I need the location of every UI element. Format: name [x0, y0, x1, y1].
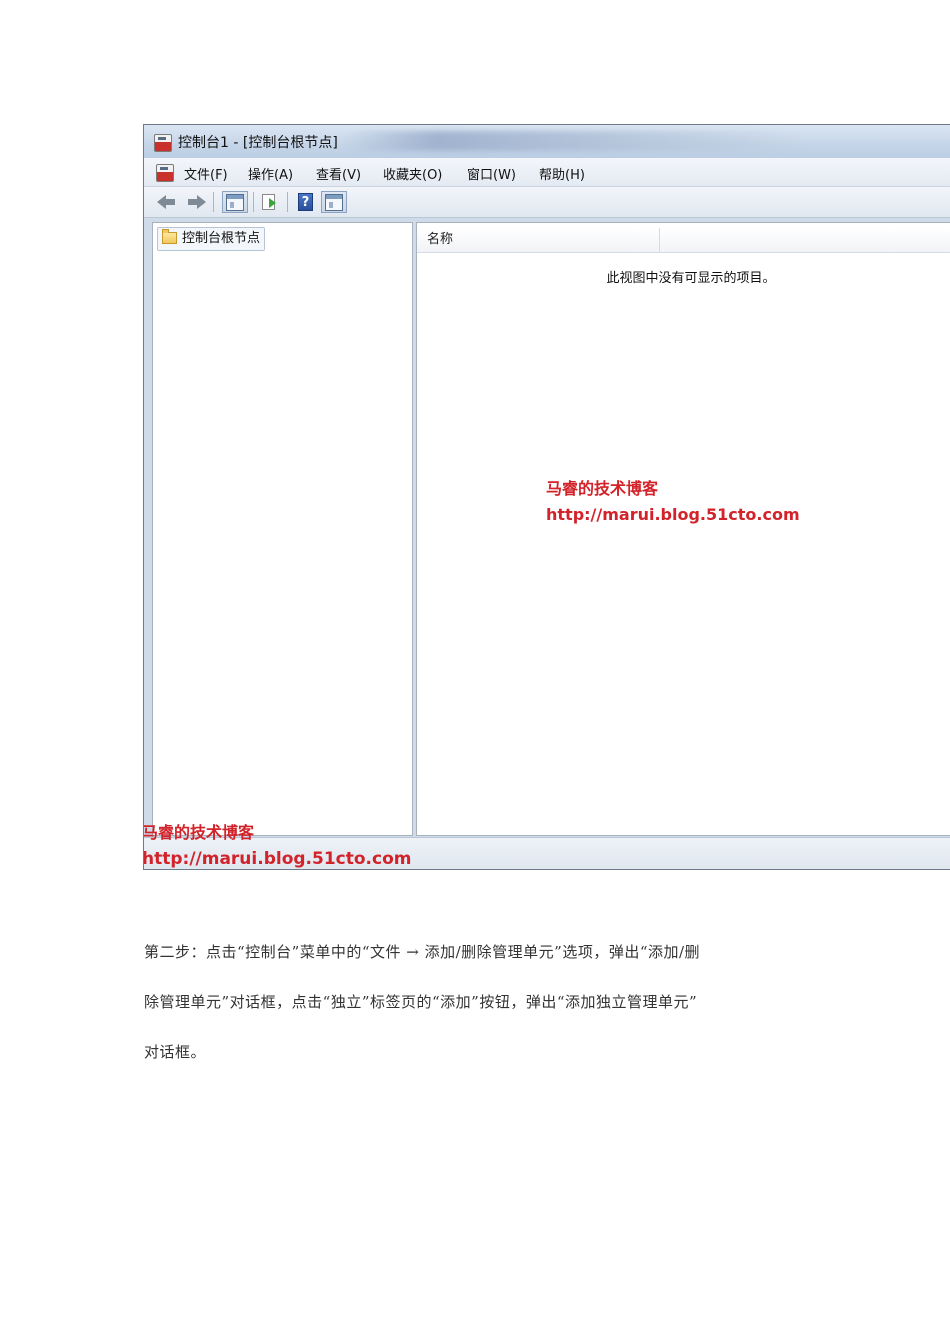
export-list-icon [262, 194, 276, 210]
toolbar-separator [287, 192, 288, 212]
toolbar: ? [144, 187, 950, 218]
toolbar-separator [213, 192, 214, 212]
export-list-button[interactable] [258, 192, 280, 212]
forward-arrow-icon [188, 195, 206, 209]
show-hide-action-pane-button[interactable] [321, 191, 347, 213]
console-tree-pane[interactable]: 控制台根节点 [152, 222, 413, 836]
show-hide-action-pane-icon [325, 194, 343, 211]
window-title: 控制台1 - [控制台根节点] [178, 135, 338, 151]
paragraph-line-1: 第二步：点击“控制台”菜单中的“文件 → 添加/删除管理单元”选项，弹出“添加/… [144, 943, 701, 961]
tree-node-console-root[interactable]: 控制台根节点 [157, 227, 266, 251]
menu-help[interactable]: 帮助(H) [539, 164, 585, 183]
paragraph-line-3: 对话框。 [144, 1043, 207, 1061]
menu-bar: 文件(F) 操作(A) 查看(V) 收藏夹(O) 窗口(W) 帮助(H) [144, 158, 950, 187]
console-app-icon [154, 134, 172, 152]
toolbar-separator [253, 192, 254, 212]
console-menu-icon[interactable] [156, 164, 174, 182]
watermark-title: 马睿的技术博客 [546, 479, 659, 498]
results-pane[interactable]: 名称 此视图中没有可显示的项目。 [416, 222, 950, 836]
help-button[interactable]: ? [295, 192, 317, 212]
mmc-console-window: 控制台1 - [控制台根节点] 文件(F) 操作(A) 查看(V) 收藏夹(O)… [143, 124, 950, 870]
tree-node-label: 控制台根节点 [182, 231, 261, 246]
menu-action[interactable]: 操作(A) [248, 164, 293, 183]
menu-window[interactable]: 窗口(W) [467, 164, 516, 183]
menu-favorites[interactable]: 收藏夹(O) [383, 164, 442, 183]
back-arrow-icon [157, 195, 175, 209]
show-hide-console-tree-button[interactable] [222, 191, 248, 213]
watermark-title-bottom: 马睿的技术博客 [143, 823, 255, 842]
column-header-name[interactable]: 名称 [417, 228, 660, 252]
list-header: 名称 [417, 228, 950, 253]
menu-view[interactable]: 查看(V) [316, 164, 361, 183]
forward-button[interactable] [184, 192, 206, 212]
watermark-url-bottom: http://marui.blog.51cto.com [143, 849, 412, 869]
help-icon: ? [298, 193, 313, 211]
empty-view-message: 此视图中没有可显示的项目。 [606, 271, 776, 286]
back-button[interactable] [157, 192, 179, 212]
title-bar[interactable]: 控制台1 - [控制台根节点] [144, 125, 950, 158]
blurred-title-area [344, 131, 804, 151]
show-hide-console-tree-icon [226, 194, 244, 211]
paragraph-line-2: 除管理单元”对话框，点击“独立”标签页的“添加”按钮，弹出“添加独立管理单元” [144, 993, 698, 1011]
menu-file[interactable]: 文件(F) [184, 164, 228, 183]
folder-icon [162, 229, 177, 244]
watermark-url: http://marui.blog.51cto.com [546, 505, 800, 524]
